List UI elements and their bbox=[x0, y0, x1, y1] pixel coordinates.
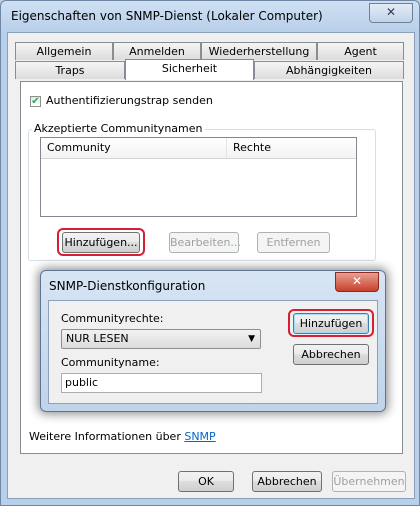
snmp-link[interactable]: SNMP bbox=[184, 430, 215, 443]
tab-allgemein[interactable]: Allgemein bbox=[15, 42, 113, 60]
title-bar[interactable]: Eigenschaften von SNMP-Dienst (Lokaler C… bbox=[1, 1, 419, 33]
properties-window: Eigenschaften von SNMP-Dienst (Lokaler C… bbox=[0, 0, 420, 506]
dialog-add-button[interactable]: Hinzufügen bbox=[293, 313, 369, 334]
snmp-config-dialog: SNMP-Dienstkonfiguration ✕ Communityrech… bbox=[40, 270, 386, 412]
more-info-text: Weitere Informationen über bbox=[29, 430, 181, 443]
communities-group-label: Akzeptierte Communitynamen bbox=[32, 122, 205, 135]
dialog-close-button[interactable]: ✕ bbox=[335, 272, 379, 292]
tab-sicherheit[interactable]: Sicherheit bbox=[125, 59, 254, 80]
column-community[interactable]: Community bbox=[41, 138, 227, 158]
tab-agent[interactable]: Agent bbox=[317, 42, 404, 60]
tab-abhaengigkeiten[interactable]: Abhängigkeiten bbox=[254, 61, 404, 79]
remove-community-button[interactable]: Entfernen bbox=[257, 232, 330, 253]
dialog-title: SNMP-Dienstkonfiguration bbox=[49, 279, 206, 293]
rights-select[interactable]: NUR LESEN ▼ bbox=[61, 329, 261, 349]
add-community-button[interactable]: Hinzufügen... bbox=[62, 232, 140, 253]
ok-button[interactable]: OK bbox=[178, 471, 234, 492]
edit-community-button[interactable]: Bearbeiten... bbox=[169, 232, 241, 253]
chevron-down-icon: ▼ bbox=[248, 334, 255, 344]
list-header: Community Rechte bbox=[41, 138, 356, 159]
name-label: Communityname: bbox=[61, 356, 160, 369]
column-rechte[interactable]: Rechte bbox=[227, 138, 357, 158]
auth-trap-label: Authentifizierungstrap senden bbox=[46, 94, 213, 107]
communities-list[interactable]: Community Rechte bbox=[40, 137, 357, 217]
more-info-line: Weitere Informationen über SNMP bbox=[29, 430, 216, 443]
dialog-client-area: Communityrechte: NUR LESEN ▼ Communityna… bbox=[48, 300, 378, 404]
window-title: Eigenschaften von SNMP-Dienst (Lokaler C… bbox=[11, 9, 323, 23]
community-name-input[interactable]: public bbox=[61, 373, 262, 393]
apply-button[interactable]: Übernehmen bbox=[332, 471, 406, 492]
cancel-button[interactable]: Abbrechen bbox=[252, 471, 322, 492]
window-close-button[interactable]: ✕ bbox=[369, 3, 413, 23]
rights-label: Communityrechte: bbox=[61, 312, 164, 325]
auth-trap-checkbox[interactable]: ✔ bbox=[30, 96, 41, 107]
dialog-cancel-button[interactable]: Abbrechen bbox=[293, 344, 369, 365]
tab-traps[interactable]: Traps bbox=[15, 61, 125, 79]
tab-anmelden[interactable]: Anmelden bbox=[113, 42, 201, 60]
rights-value: NUR LESEN bbox=[66, 332, 129, 345]
tab-wiederherstellung[interactable]: Wiederherstellung bbox=[201, 42, 317, 60]
